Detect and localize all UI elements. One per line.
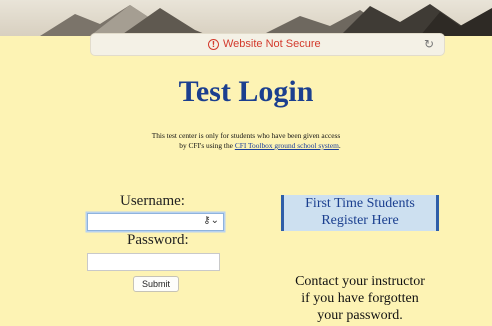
contact-instructor-text: Contact your instructor if you have forg…: [270, 273, 450, 324]
username-label: Username:: [120, 193, 185, 209]
username-input[interactable]: ⚷⌄: [87, 213, 224, 231]
notice-line-2-suffix: .: [338, 141, 341, 150]
access-notice: This test center is only for students wh…: [0, 131, 492, 151]
mountain-banner-graphic: [40, 4, 492, 36]
cfi-toolbox-link[interactable]: CFI Toolbox ground school system: [235, 141, 339, 150]
notice-line-2: by CFI's using the CFI Toolbox ground sc…: [0, 141, 492, 151]
contact-line-2: if you have forgotten: [301, 291, 419, 306]
notice-line-1: This test center is only for students wh…: [151, 131, 341, 140]
key-icon[interactable]: ⚷⌄: [203, 215, 219, 226]
register-button[interactable]: First Time Students Register Here: [281, 195, 439, 231]
security-warning-text[interactable]: Website Not Secure: [223, 38, 321, 50]
header-banner-image: [0, 0, 492, 36]
password-label: Password:: [127, 232, 189, 248]
contact-line-3: your password.: [317, 308, 403, 323]
info-circle-icon: !: [208, 39, 219, 50]
submit-button[interactable]: Submit: [133, 276, 179, 292]
password-input[interactable]: [87, 253, 220, 271]
reload-icon[interactable]: ↻: [424, 37, 434, 51]
page-title: Test Login: [178, 75, 314, 108]
address-bar[interactable]: ! Website Not Secure ↻: [90, 33, 445, 56]
register-line-2: Register Here: [321, 213, 399, 228]
register-line-1: First Time Students: [305, 196, 415, 211]
notice-line-2-prefix: by CFI's using the: [179, 141, 235, 150]
contact-line-1: Contact your instructor: [295, 274, 425, 289]
